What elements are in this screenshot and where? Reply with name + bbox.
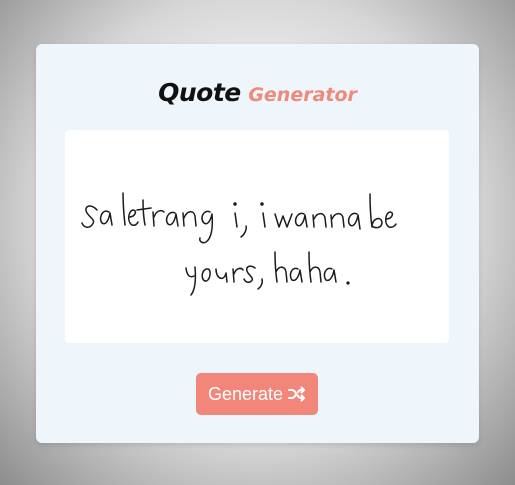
title-word-generator: Generator [248,84,357,106]
page-title: Quote Generator [36,78,479,107]
title-word-quote: Quote [158,78,241,107]
generate-button-label: Generate [207,383,284,404]
generate-button[interactable]: Generate [196,373,318,415]
quote-card: Quote Generator sa letrang i, i wanna be… [36,44,479,443]
quote-display: sa letrang i, i wanna be yours, haha. [65,130,449,343]
handwritten-quote-image [81,192,397,296]
shuffle-icon [288,386,306,402]
